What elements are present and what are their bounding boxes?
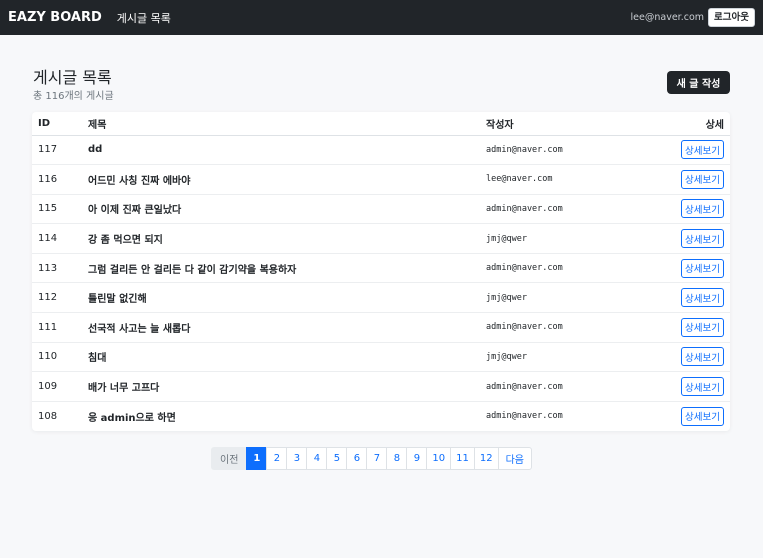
navbar: EAZY BOARD 게시글 목록 lee@naver.com 로그아웃: [0, 0, 763, 35]
post-id: 112: [32, 282, 88, 314]
table-header-row: ID 제목 작성자 상세: [32, 112, 730, 136]
page-button-11[interactable]: 11: [450, 447, 475, 470]
table-row: 108 응 admin으로 하면 admin@naver.com 상세보기: [32, 401, 730, 431]
prev-page-button[interactable]: 이전: [211, 447, 248, 470]
post-id: 110: [32, 342, 88, 373]
page-header: 게시글 목록 총 116개의 게시글 새 글 작성: [32, 35, 730, 112]
post-id: 109: [32, 371, 88, 402]
pagination: 이전 1 2 3 4 5 6 7 8 9 10 11 12 다음: [211, 447, 533, 470]
post-title: 틀린말 없긴해: [88, 282, 486, 314]
detail-cell: 상세보기: [634, 194, 730, 225]
post-title: dd: [88, 135, 486, 166]
main-content: 게시글 목록 총 116개의 게시글 새 글 작성 ID 제목 작성자 상세 1…: [32, 35, 730, 431]
page-button-1[interactable]: 1: [246, 447, 268, 470]
column-header-author: 작성자: [486, 112, 635, 136]
table-row: 109 배가 너무 고프다 admin@naver.com 상세보기: [32, 371, 730, 402]
post-author: jmj@qwer: [486, 223, 635, 254]
detail-button[interactable]: 상세보기: [681, 229, 724, 249]
post-id: 114: [32, 223, 88, 254]
page-button-3[interactable]: 3: [286, 447, 308, 470]
post-author: admin@naver.com: [486, 371, 635, 402]
page-title: 게시글 목록: [33, 68, 112, 87]
page-button-5[interactable]: 5: [326, 447, 348, 470]
detail-button[interactable]: 상세보기: [681, 347, 724, 367]
table-row: 110 침대 jmj@qwer 상세보기: [32, 342, 730, 373]
column-header-id: ID: [32, 112, 88, 136]
user-email: lee@naver.com: [630, 12, 705, 23]
logout-button[interactable]: 로그아웃: [708, 8, 755, 27]
post-author: admin@naver.com: [486, 411, 563, 422]
post-id: 108: [38, 410, 58, 422]
table-row: 112 틀린말 없긴해 jmj@qwer 상세보기: [32, 282, 730, 314]
brand-logo[interactable]: EAZY BOARD: [8, 10, 102, 25]
post-id: 111: [32, 312, 88, 343]
post-author: jmj@qwer: [486, 282, 635, 314]
nav-user-area: lee@naver.com 로그아웃: [631, 8, 755, 27]
page-button-2[interactable]: 2: [266, 447, 288, 470]
nav-link-post-list[interactable]: 게시글 목록: [117, 10, 171, 26]
table-row: 114 강 좀 먹으면 되지 jmj@qwer 상세보기: [32, 223, 730, 254]
page-button-4[interactable]: 4: [306, 447, 328, 470]
detail-button[interactable]: 상세보기: [681, 169, 724, 189]
post-title: 강 좀 먹으면 되지: [88, 223, 486, 254]
page-button-7[interactable]: 7: [366, 447, 388, 470]
page-button-8[interactable]: 8: [386, 447, 408, 470]
post-title: 선국적 사고는 늘 새롭다: [88, 312, 486, 343]
post-count: 총 116개의 게시글: [33, 91, 114, 102]
post-author: admin@naver.com: [486, 135, 635, 166]
detail-cell: 상세보기: [634, 223, 730, 254]
detail-button[interactable]: 상세보기: [681, 317, 724, 337]
detail-cell: 상세보기: [634, 282, 730, 314]
post-author: admin@naver.com: [486, 253, 635, 284]
post-id: 113: [32, 253, 88, 284]
post-title: 어드민 사칭 진짜 에바야: [88, 164, 486, 195]
detail-cell: 상세보기: [634, 312, 730, 343]
post-table-card: ID 제목 작성자 상세 117 dd admin@naver.com 상세보기 116…: [32, 112, 730, 431]
detail-button[interactable]: 상세보기: [681, 406, 724, 426]
column-header-title: 제목: [88, 112, 486, 136]
detail-button[interactable]: 상세보기: [681, 258, 724, 278]
detail-button[interactable]: 상세보기: [681, 377, 724, 397]
page-button-6[interactable]: 6: [346, 447, 368, 470]
post-author: admin@naver.com: [486, 194, 635, 225]
table-row: 116 어드민 사칭 진짜 에바야 lee@naver.com 상세보기: [32, 164, 730, 195]
post-author: admin@naver.com: [486, 312, 635, 343]
detail-cell: 상세보기: [634, 253, 730, 284]
post-id: 117: [32, 135, 88, 166]
table-row: 115 아 이제 진짜 큰일났다 admin@naver.com 상세보기: [32, 194, 730, 225]
table-row: 117 dd admin@naver.com 상세보기: [32, 135, 730, 166]
post-title: 배가 너무 고프다: [88, 371, 486, 402]
page-button-12[interactable]: 12: [473, 447, 499, 470]
post-id: 115: [32, 194, 88, 225]
table-row: 113 그럼 걸리든 안 걸리든 다 같이 감기약을 복용하자 admin@nave…: [32, 253, 730, 284]
post-title: 그럼 걸리든 안 걸리든 다 같이 감기약을 복용하자: [88, 253, 486, 284]
table-row: 111 선국적 사고는 늘 새롭다 admin@naver.com 상세보기: [32, 312, 730, 343]
post-title: 응 admin으로 하면: [88, 412, 176, 424]
page-button-9[interactable]: 9: [406, 447, 428, 470]
detail-cell: 상세보기: [634, 342, 730, 373]
detail-button[interactable]: 상세보기: [681, 140, 724, 160]
post-table: ID 제목 작성자 상세 117 dd admin@naver.com 상세보기 116…: [32, 112, 730, 431]
detail-cell: 상세보기: [634, 371, 730, 402]
post-author: jmj@qwer: [486, 342, 635, 373]
detail-cell: 상세보기: [635, 401, 730, 431]
column-header-detail: 상세: [634, 112, 730, 136]
post-title: 침대: [88, 342, 486, 373]
next-page-button[interactable]: 다음: [497, 447, 533, 470]
detail-button[interactable]: 상세보기: [681, 288, 724, 308]
detail-cell: 상세보기: [634, 135, 730, 166]
page-button-10[interactable]: 10: [426, 447, 452, 470]
post-author: lee@naver.com: [486, 164, 635, 195]
detail-button[interactable]: 상세보기: [681, 199, 724, 219]
post-id: 116: [32, 164, 88, 195]
post-title: 아 이제 진짜 큰일났다: [88, 194, 486, 225]
detail-cell: 상세보기: [634, 164, 730, 195]
new-post-button[interactable]: 새 글 작성: [667, 71, 730, 94]
